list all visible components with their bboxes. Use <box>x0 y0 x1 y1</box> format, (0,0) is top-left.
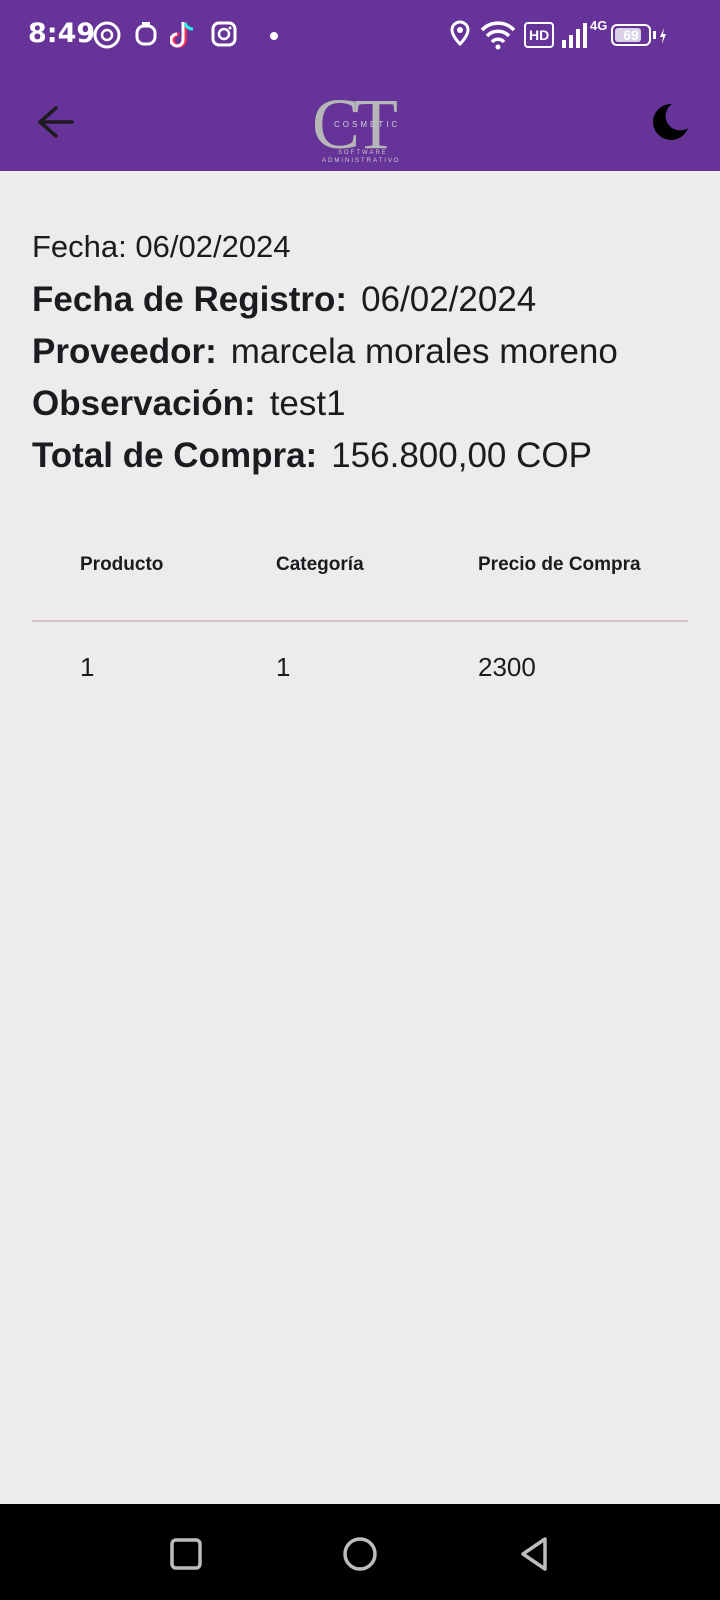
purchase-details: Fecha: 06/02/2024 Fecha de Registro: 06/0… <box>32 226 692 482</box>
navigation-bar <box>0 1504 720 1600</box>
cell-producto: 1 <box>80 652 95 682</box>
signal-icon <box>562 23 587 48</box>
products-table: Producto Categoría Precio de Compra 1 1 … <box>32 530 688 682</box>
cell-precio: 2300 <box>478 652 536 682</box>
logo-line1: SOFTWARE <box>338 150 388 156</box>
battery-level: 69 <box>623 27 639 43</box>
table-header-row: Producto Categoría Precio de Compra <box>32 530 688 622</box>
proveedor-label: Proveedor: <box>32 332 217 371</box>
observacion-label: Observación: <box>32 384 256 423</box>
app-bar: CT COSMETIC SOFTWARE ADMINISTRATIVO <box>0 72 720 171</box>
status-bar: 8:49 HD 4G 69 <box>0 0 720 72</box>
app-logo: CT COSMETIC SOFTWARE ADMINISTRATIVO <box>310 88 420 166</box>
proveedor-line: Proveedor: marcela morales moreno <box>32 326 692 378</box>
proveedor-value: marcela morales moreno <box>230 332 618 371</box>
observacion-value: test1 <box>269 384 346 423</box>
dark-mode-moon-icon[interactable] <box>648 100 692 144</box>
column-header-producto: Producto <box>80 554 164 575</box>
total-compra-line: Total de Compra: 156.800,00 COP <box>32 430 692 482</box>
location-icon <box>450 20 470 47</box>
back-arrow-icon[interactable] <box>30 100 82 144</box>
status-time: 8:49 <box>28 18 96 49</box>
logo-word: COSMETIC <box>334 120 401 129</box>
hd-badge: HD <box>524 22 555 48</box>
instagram-icon <box>211 21 237 47</box>
wifi-icon <box>480 21 516 50</box>
recent-apps-square-icon[interactable] <box>164 1532 208 1576</box>
charging-icon <box>660 28 666 44</box>
threads-icon <box>93 21 121 49</box>
back-triangle-icon[interactable] <box>512 1532 556 1576</box>
fecha-line: Fecha: 06/02/2024 <box>32 229 291 264</box>
total-compra-label: Total de Compra: <box>32 436 318 475</box>
home-circle-icon[interactable] <box>338 1532 382 1576</box>
bot-icon <box>135 22 157 46</box>
tiktok-icon <box>170 22 194 48</box>
observacion-line: Observación: test1 <box>32 378 692 430</box>
total-compra-value: 156.800,00 COP <box>331 436 592 475</box>
fecha-registro-line: Fecha de Registro: 06/02/2024 <box>32 274 692 326</box>
notification-dot <box>270 32 278 40</box>
column-header-precio: Precio de Compra <box>478 554 641 575</box>
cell-categoria: 1 <box>276 652 291 682</box>
battery-icon: 69 <box>611 24 651 46</box>
fecha-registro-label: Fecha de Registro: <box>32 280 348 319</box>
logo-line2: ADMINISTRATIVO <box>322 158 401 164</box>
network-type: 4G <box>590 18 608 33</box>
fecha-registro-value: 06/02/2024 <box>361 280 537 319</box>
column-header-categoria: Categoría <box>276 554 364 575</box>
